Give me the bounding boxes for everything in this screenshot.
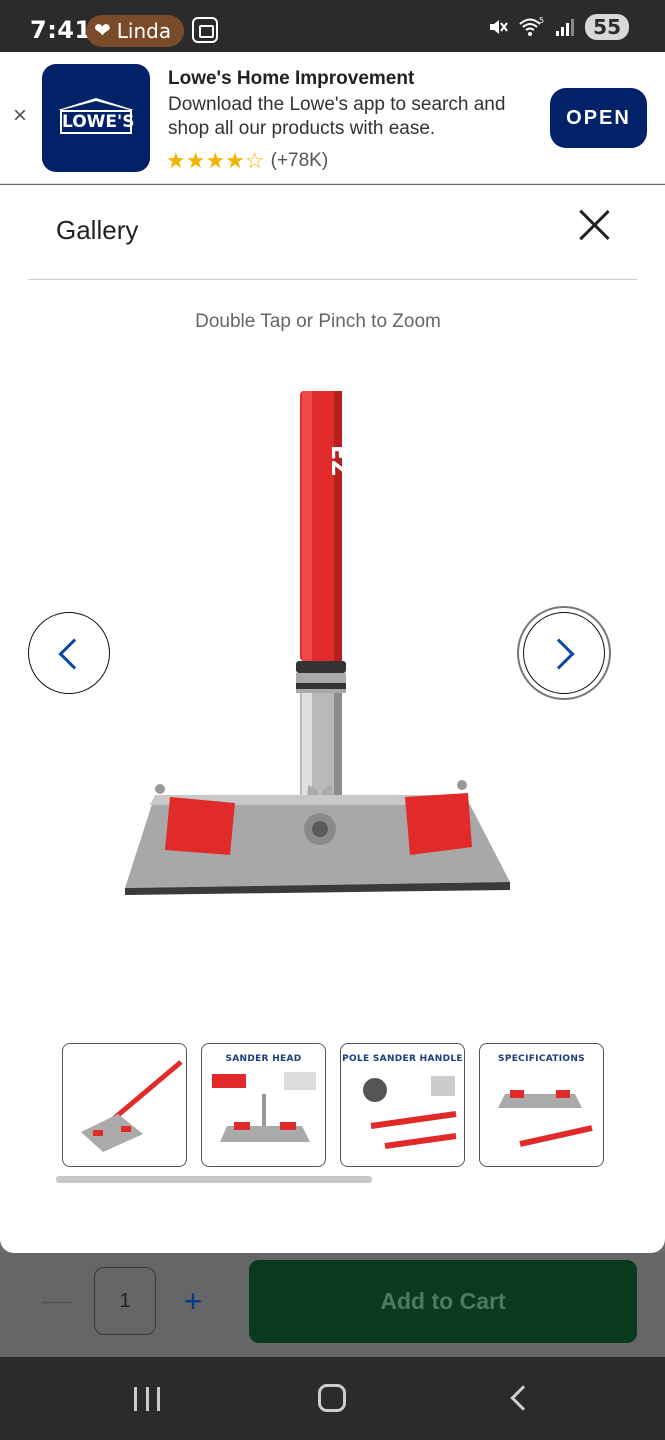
- previous-image-button[interactable]: [28, 612, 110, 694]
- divider: [28, 279, 637, 280]
- banner-title: Lowe's Home Improvement: [168, 68, 415, 89]
- rating-stars-icon: ★★★★☆: [166, 148, 265, 173]
- svg-text:EZ: EZ: [326, 445, 351, 476]
- decrease-quantity-button[interactable]: —: [42, 1286, 72, 1316]
- banner-close-button[interactable]: ×: [10, 104, 30, 128]
- thumbnail-image: [81, 1060, 183, 1152]
- thumbnail-3[interactable]: POLE SANDER HANDLE: [340, 1043, 465, 1167]
- lowes-logo-text: LOWE'S: [60, 110, 135, 134]
- system-nav-bar: [0, 1357, 665, 1440]
- status-bar: 7:41 ❤ Linda 5 55: [0, 0, 665, 52]
- screenshot-icon: [192, 17, 218, 43]
- heart-icon: ❤: [94, 20, 111, 42]
- close-gallery-button[interactable]: [578, 209, 610, 241]
- thumbnail-strip: SANDER HEAD POLE SANDER HANDLE SPECIFICA…: [62, 1043, 604, 1167]
- increase-quantity-button[interactable]: +: [178, 1284, 208, 1318]
- contact-name: Linda: [116, 19, 172, 43]
- next-image-button[interactable]: [523, 612, 605, 694]
- zoom-hint: Double Tap or Pinch to Zoom: [195, 311, 441, 332]
- banner-description: Download the Lowe's app to search and sh…: [168, 94, 506, 139]
- thumbnail-2[interactable]: SANDER HEAD: [201, 1043, 326, 1167]
- status-icons: 5 55: [487, 14, 629, 40]
- contact-pill: ❤ Linda: [86, 15, 184, 47]
- back-icon[interactable]: [510, 1385, 536, 1411]
- thumbnail-scrollbar[interactable]: [56, 1176, 372, 1183]
- thumbnail-image: [363, 1076, 457, 1149]
- wifi-band-label: 5: [539, 16, 544, 25]
- lowes-house-icon: LOWE'S: [58, 98, 135, 138]
- thumbnail-1[interactable]: [62, 1043, 187, 1167]
- signal-icon: [556, 19, 575, 36]
- rating-count: (+78K): [270, 150, 329, 171]
- recent-apps-icon[interactable]: [134, 1387, 160, 1411]
- thumbnail-4[interactable]: SPECIFICATIONS: [479, 1043, 604, 1167]
- thumbnail-image: [498, 1090, 593, 1147]
- home-icon[interactable]: [318, 1384, 346, 1412]
- wifi-icon: 5: [519, 16, 544, 36]
- mute-icon: [490, 20, 508, 34]
- chevron-right-icon: [543, 638, 575, 670]
- quantity-input[interactable]: 1: [94, 1267, 156, 1335]
- battery-indicator: 55: [585, 14, 629, 40]
- product-image[interactable]: EZ: [110, 385, 530, 895]
- lowes-logo: LOWE'S: [42, 64, 150, 172]
- app-install-banner: × LOWE'S Lowe's Home Improvement Downloa…: [0, 52, 665, 184]
- open-app-button[interactable]: OPEN: [550, 88, 647, 148]
- thumbnail-image: [212, 1072, 316, 1142]
- chevron-left-icon: [58, 638, 90, 670]
- status-time: 7:41: [30, 16, 92, 44]
- gallery-title: Gallery: [56, 215, 139, 245]
- banner-rating: ★★★★☆ (+78K): [166, 148, 328, 174]
- gallery-modal: Gallery Double Tap or Pinch to Zoom EZ S…: [0, 185, 665, 1253]
- add-to-cart-button[interactable]: Add to Cart: [249, 1260, 637, 1343]
